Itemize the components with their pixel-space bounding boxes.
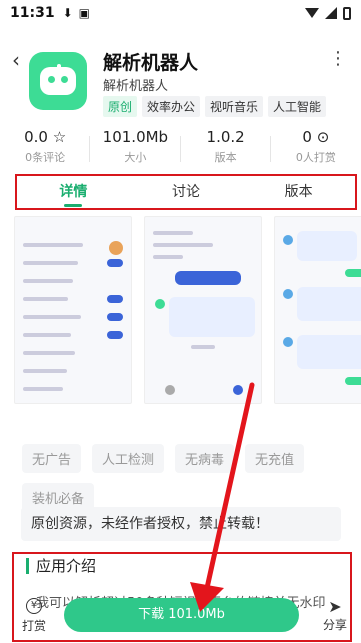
rating-value: 0.0 ☆ — [24, 128, 67, 146]
coin-icon: ¥ — [26, 598, 42, 614]
share-button[interactable]: ➤ 分享 — [323, 598, 347, 633]
size-value: 101.0Mb — [102, 128, 169, 146]
tag-ai[interactable]: 人工智能 — [268, 96, 327, 117]
app-title: 解析机器人 — [103, 52, 199, 74]
status-bar: 11:31 ⬇ ▣ — [0, 0, 361, 26]
chip-no-virus: 无病毒 — [175, 444, 235, 473]
tips-label: 0人打赏 — [295, 151, 336, 164]
tab-details[interactable]: 详情 — [17, 176, 130, 208]
copyright-notice: 原创资源，未经作者授权，禁止转载！ — [21, 507, 341, 541]
tag-original[interactable]: 原创 — [103, 96, 138, 117]
signal-icon — [325, 7, 337, 19]
stat-rating[interactable]: 0.0 ☆ 0条评论 — [0, 128, 91, 172]
tag-office[interactable]: 效率办公 — [142, 96, 201, 117]
screenshot-chat[interactable] — [274, 216, 361, 404]
download-button[interactable]: 下载 101.0Mb — [64, 598, 299, 632]
tab-bar: 详情 讨论 版本 — [15, 174, 357, 210]
app-tags: 原创 效率办公 视听音乐 人工智能 — [103, 96, 327, 117]
bottom-action-bar: ¥ 打赏 下载 101.0Mb ➤ 分享 — [0, 596, 361, 643]
tab-versions[interactable]: 版本 — [242, 176, 355, 208]
feature-chips: 无广告 人工检测 无病毒 无充值 装机必备 — [22, 444, 352, 512]
back-arrow-icon[interactable]: ‹ — [12, 48, 20, 72]
stats-row: 0.0 ☆ 0条评论 101.0Mb 大小 1.0.2 版本 0 ⊙ 0人打赏 — [0, 128, 361, 172]
stat-size: 101.0Mb 大小 — [90, 128, 181, 172]
notification-status-icon: ▣ — [78, 6, 90, 20]
tag-audio-video[interactable]: 视听音乐 — [205, 96, 264, 117]
battery-icon — [343, 6, 351, 20]
stat-tips[interactable]: 0 ⊙ 0人打赏 — [271, 128, 361, 172]
tip-button[interactable]: ¥ 打赏 — [22, 598, 46, 634]
stat-version: 1.0.2 版本 — [181, 128, 272, 172]
chip-manual-check: 人工检测 — [92, 444, 165, 473]
version-label: 版本 — [214, 151, 237, 164]
status-time: 11:31 — [10, 5, 55, 21]
tip-label: 打赏 — [22, 619, 47, 633]
intro-title: 应用介绍 — [26, 558, 96, 574]
rating-label: 0条评论 — [25, 151, 66, 164]
tips-value: 0 ⊙ — [302, 128, 330, 146]
size-label: 大小 — [124, 151, 147, 164]
chip-no-payment: 无充值 — [245, 444, 305, 473]
share-label: 分享 — [322, 618, 347, 632]
chip-no-ads: 无广告 — [22, 444, 82, 473]
download-status-icon: ⬇ — [62, 6, 73, 20]
robot-face-icon — [40, 67, 76, 95]
app-icon — [29, 52, 87, 110]
share-icon: ➤ — [328, 597, 342, 616]
version-value: 1.0.2 — [206, 128, 245, 146]
wifi-icon — [305, 8, 319, 18]
app-subtitle: 解析机器人 — [103, 79, 169, 94]
tab-discussion[interactable]: 讨论 — [130, 176, 243, 208]
more-options-icon[interactable]: ⋮ — [329, 48, 347, 69]
screenshot-carousel[interactable] — [14, 216, 361, 406]
screenshot-settings[interactable] — [14, 216, 132, 404]
screenshot-profile[interactable] — [144, 216, 262, 404]
